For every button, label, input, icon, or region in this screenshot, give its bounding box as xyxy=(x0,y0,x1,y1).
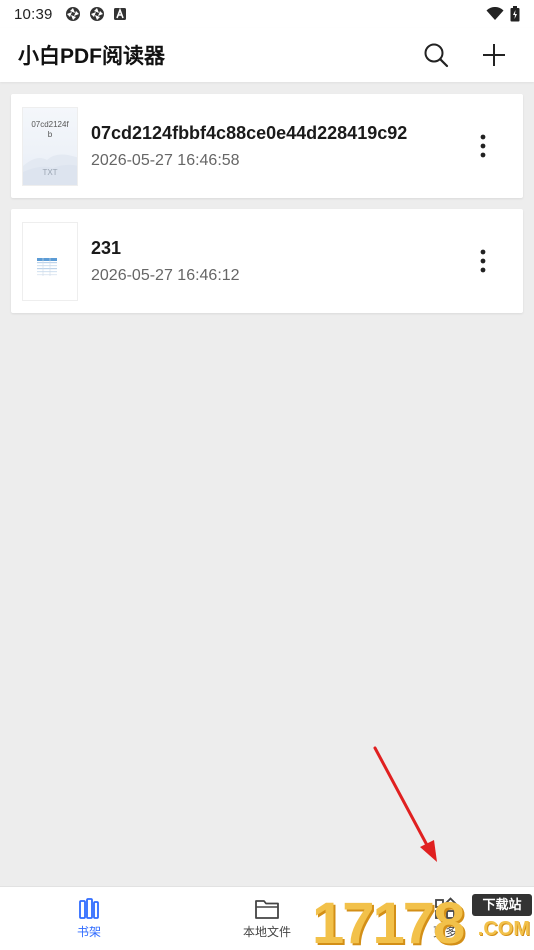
app-actions xyxy=(422,41,516,69)
file-name: 07cd2124fbbf4c88ce0e44d228419c92 xyxy=(91,122,408,143)
folder-icon xyxy=(255,900,279,919)
more-vert-icon xyxy=(480,134,486,158)
more-options-button[interactable] xyxy=(468,126,498,166)
a-box-icon xyxy=(113,7,126,20)
aperture-icon xyxy=(89,7,104,21)
app-title: 小白PDF阅读器 xyxy=(18,45,165,68)
watermark-suffix: .COM xyxy=(477,918,530,940)
file-thumbnail: 07cd2124f b TXT xyxy=(22,106,78,186)
more-options-button[interactable] xyxy=(468,241,498,281)
file-list: 07cd2124f b TXT 07cd2124fbbf4c88ce0e44d2… xyxy=(11,94,523,324)
wifi-icon xyxy=(486,7,504,20)
watermark-digits: 17178 xyxy=(312,891,465,950)
plus-icon xyxy=(483,44,505,66)
search-button[interactable] xyxy=(422,41,450,69)
status-time: 10:39 xyxy=(14,5,53,23)
annotation-arrow xyxy=(373,746,437,862)
thumbnail-type-label: TXT xyxy=(42,167,58,177)
file-date: 2026-05-27 16:46:58 xyxy=(91,151,240,169)
nav-label: 书架 xyxy=(76,925,101,939)
battery-icon xyxy=(510,6,520,22)
file-item[interactable]: 07cd2124f b TXT 07cd2124fbbf4c88ce0e44d2… xyxy=(11,94,523,198)
app-bar: 小白PDF阅读器 xyxy=(0,28,534,82)
file-item[interactable]: 231 2026-05-27 16:46:12 xyxy=(11,209,523,313)
file-info: 231 2026-05-27 16:46:12 xyxy=(91,238,468,285)
bookshelf-icon xyxy=(79,898,99,919)
add-file-button[interactable] xyxy=(480,41,508,69)
aperture-icon xyxy=(65,7,80,21)
spreadsheet-thumbnail xyxy=(37,257,57,276)
watermark-badge: 下载站 xyxy=(472,894,532,916)
file-date: 2026-05-27 16:46:12 xyxy=(91,266,240,284)
notification-icons xyxy=(65,6,127,22)
status-right xyxy=(486,6,520,22)
nav-bookshelf[interactable]: 书架 xyxy=(0,887,178,950)
thumbnail-text: 07cd2124f b xyxy=(31,119,69,139)
status-bar: 10:39 xyxy=(0,0,534,28)
search-icon xyxy=(424,43,449,68)
nav-label: 本地文件 xyxy=(242,925,291,939)
more-vert-icon xyxy=(480,249,486,273)
file-name: 231 xyxy=(91,237,122,258)
file-info: 07cd2124fbbf4c88ce0e44d228419c92 2026-05… xyxy=(91,123,468,170)
file-thumbnail xyxy=(22,221,78,301)
site-watermark: 17178 下载站 .COM xyxy=(312,888,534,950)
